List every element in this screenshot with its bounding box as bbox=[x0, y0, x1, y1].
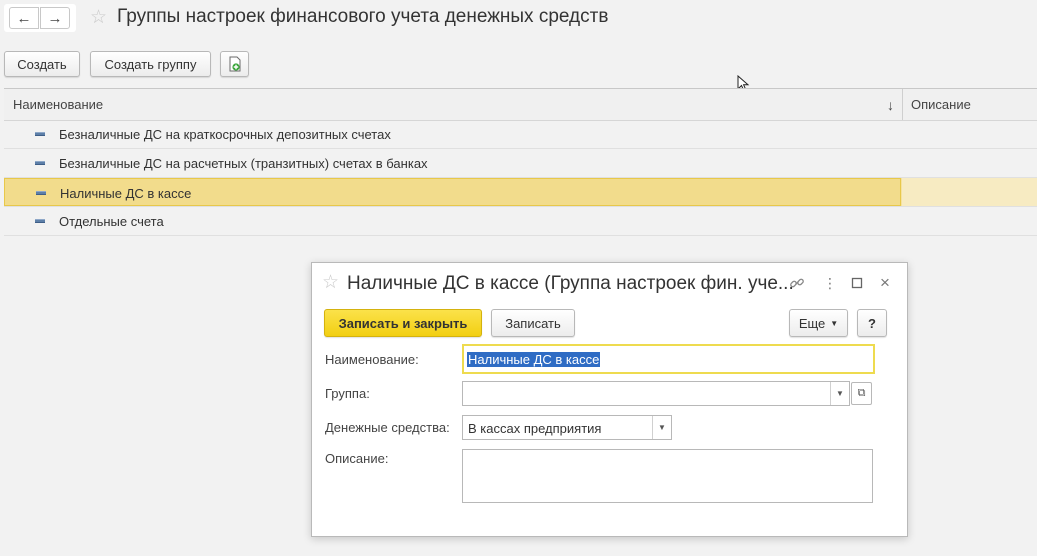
more-actions-label: Еще bbox=[798, 315, 826, 331]
row-name-text: Наличные ДС в кассе bbox=[60, 186, 192, 201]
group-item-icon bbox=[35, 132, 45, 136]
more-actions-button[interactable]: Еще ▼ bbox=[789, 309, 848, 337]
row-name-text: Безналичные ДС на краткосрочных депозитн… bbox=[59, 127, 391, 142]
cell-name: Безналичные ДС на расчетных (транзитных)… bbox=[4, 149, 901, 177]
more-vertical-icon[interactable]: ⋮ bbox=[823, 273, 837, 293]
cell-description bbox=[902, 120, 1037, 148]
cell-name: Безналичные ДС на краткосрочных депозитн… bbox=[4, 120, 901, 148]
star-outline-icon[interactable]: ☆ bbox=[90, 8, 107, 27]
money-select[interactable]: В кассах предприятия ▼ bbox=[462, 415, 672, 440]
table-row[interactable]: Отдельные счета bbox=[4, 207, 1037, 236]
description-textarea[interactable] bbox=[462, 449, 873, 503]
save-and-close-button[interactable]: Записать и закрыть bbox=[324, 309, 482, 337]
column-divider bbox=[902, 89, 903, 120]
cell-description bbox=[902, 149, 1037, 177]
money-select-value: В кассах предприятия bbox=[468, 421, 602, 436]
group-item-icon bbox=[36, 191, 46, 195]
navigation-buttons: ← → bbox=[4, 4, 76, 32]
group-item-icon bbox=[35, 161, 45, 165]
money-label: Денежные средства: bbox=[325, 420, 450, 435]
back-button[interactable]: ← bbox=[9, 7, 39, 29]
row-name-text: Отдельные счета bbox=[59, 214, 164, 229]
arrow-right-icon: → bbox=[47, 9, 63, 27]
link-icon[interactable] bbox=[789, 273, 805, 293]
create-group-button[interactable]: Создать группу bbox=[90, 51, 211, 77]
star-outline-icon[interactable]: ☆ bbox=[322, 273, 339, 292]
forward-button[interactable]: → bbox=[40, 7, 70, 29]
add-copy-button[interactable] bbox=[220, 51, 249, 77]
description-label: Описание: bbox=[325, 451, 389, 466]
group-item-icon bbox=[35, 219, 45, 223]
open-icon[interactable]: ⧉ bbox=[851, 382, 872, 405]
chevron-down-icon[interactable]: ▼ bbox=[652, 416, 671, 439]
groups-table: Наименование ↓ Описание Безналичные ДС н… bbox=[4, 88, 1037, 237]
cell-description bbox=[902, 207, 1037, 235]
cell-name: Отдельные счета bbox=[4, 207, 901, 235]
document-add-icon bbox=[229, 56, 240, 72]
arrow-left-icon: ← bbox=[16, 9, 32, 27]
cell-name: Наличные ДС в кассе bbox=[4, 178, 901, 206]
group-label: Группа: bbox=[325, 386, 370, 401]
dialog-title: Наличные ДС в кассе (Группа настроек фин… bbox=[347, 273, 794, 294]
close-icon[interactable]: × bbox=[880, 273, 890, 293]
table-row-selected[interactable]: Наличные ДС в кассе bbox=[4, 178, 1037, 207]
name-field-value: Наличные ДС в кассе bbox=[467, 352, 601, 367]
column-header-name[interactable]: Наименование bbox=[13, 89, 103, 120]
cell-description bbox=[902, 178, 1037, 206]
chevron-down-icon[interactable]: ▼ bbox=[830, 382, 849, 405]
page-title: Группы настроек финансового учета денежн… bbox=[117, 6, 609, 27]
maximize-icon[interactable] bbox=[851, 273, 863, 293]
column-header-description[interactable]: Описание bbox=[911, 89, 971, 120]
group-edit-dialog: ☆ Наличные ДС в кассе (Группа настроек ф… bbox=[311, 262, 908, 537]
row-name-text: Безналичные ДС на расчетных (транзитных)… bbox=[59, 156, 428, 171]
help-button[interactable]: ? bbox=[857, 309, 887, 337]
chevron-down-icon: ▼ bbox=[830, 318, 839, 328]
save-button[interactable]: Записать bbox=[491, 309, 575, 337]
name-field[interactable]: Наличные ДС в кассе bbox=[462, 344, 875, 374]
table-row[interactable]: Безналичные ДС на расчетных (транзитных)… bbox=[4, 149, 1037, 178]
group-field[interactable]: ▼ bbox=[462, 381, 850, 406]
table-header: Наименование ↓ Описание bbox=[4, 89, 1037, 121]
name-label: Наименование: bbox=[325, 352, 419, 367]
sort-down-icon[interactable]: ↓ bbox=[887, 89, 894, 120]
create-button[interactable]: Создать bbox=[4, 51, 80, 77]
table-row[interactable]: Безналичные ДС на краткосрочных депозитн… bbox=[4, 120, 1037, 149]
